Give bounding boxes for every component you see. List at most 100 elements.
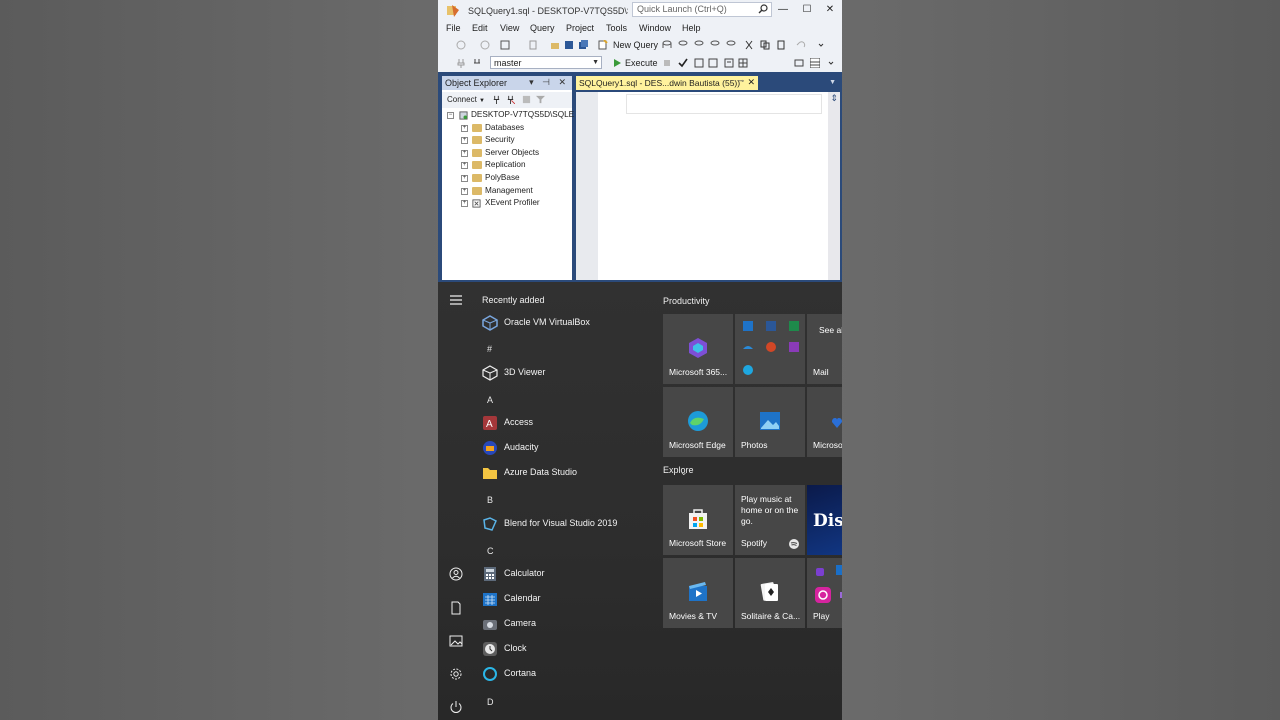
letter-header-hash[interactable]: # bbox=[487, 344, 492, 354]
new-query-button[interactable]: New Query bbox=[613, 40, 658, 50]
close-tab-icon[interactable]: ✕ bbox=[747, 77, 755, 88]
toolbar-overflow-icon-2[interactable] bbox=[826, 58, 836, 68]
paste-icon[interactable] bbox=[776, 40, 786, 50]
menu-help[interactable]: Help bbox=[682, 23, 701, 33]
menu-query[interactable]: Query bbox=[530, 23, 555, 33]
mdx-query-icon[interactable] bbox=[694, 40, 704, 50]
dmx-query-icon[interactable] bbox=[710, 40, 720, 50]
quick-launch-input[interactable]: Quick Launch (Ctrl+Q) bbox=[632, 2, 772, 17]
connect-dropdown[interactable]: Connect bbox=[447, 95, 477, 104]
app-item-calculator[interactable]: Calculator bbox=[482, 564, 652, 584]
hamburger-menu-icon[interactable] bbox=[449, 293, 463, 307]
tree-node-xevent-profiler[interactable]: + XEvent Profiler bbox=[442, 198, 572, 210]
app-item-audacity[interactable]: Audacity bbox=[482, 438, 652, 458]
letter-header-b[interactable]: B bbox=[487, 495, 493, 505]
database-select[interactable]: master ▼ bbox=[490, 56, 602, 69]
tile-play-folder[interactable]: Play bbox=[807, 558, 842, 628]
stop-icon[interactable] bbox=[522, 95, 531, 104]
maximize-button[interactable]: ☐ bbox=[798, 2, 816, 18]
expand-icon[interactable]: + bbox=[461, 124, 468, 132]
expand-icon[interactable]: + bbox=[461, 149, 468, 157]
tree-node-management[interactable]: + Management bbox=[442, 186, 572, 198]
collapse-icon[interactable]: − bbox=[447, 112, 454, 119]
expand-icon[interactable]: + bbox=[461, 137, 468, 145]
tree-node-server-objects[interactable]: + Server Objects bbox=[442, 148, 572, 160]
analysis-query-icon[interactable] bbox=[678, 40, 688, 50]
app-item-blend[interactable]: Blend for Visual Studio 2019 bbox=[482, 514, 652, 534]
menu-edit[interactable]: Edit bbox=[472, 23, 488, 33]
expand-icon[interactable]: + bbox=[461, 200, 468, 208]
disconnect-icon[interactable] bbox=[506, 95, 515, 104]
app-item-cortana[interactable]: Cortana bbox=[482, 664, 652, 684]
menu-view[interactable]: View bbox=[500, 23, 519, 33]
pin-icon[interactable]: ⊸ bbox=[738, 77, 744, 85]
letter-header-a[interactable]: A bbox=[487, 395, 493, 405]
documents-icon[interactable] bbox=[449, 601, 463, 615]
tree-node-polybase[interactable]: + PolyBase bbox=[442, 173, 572, 185]
pictures-icon[interactable] bbox=[449, 634, 463, 648]
app-item-clock[interactable]: Clock bbox=[482, 639, 652, 659]
display-plan-icon[interactable] bbox=[694, 58, 704, 68]
results-to-text-icon[interactable] bbox=[724, 58, 734, 68]
menu-project[interactable]: Project bbox=[566, 23, 594, 33]
tile-microsoft-365[interactable]: Microsoft 365... bbox=[663, 314, 733, 384]
execute-button[interactable]: Execute bbox=[625, 58, 658, 68]
app-item-3d-viewer[interactable]: 3D Viewer bbox=[482, 363, 652, 383]
expand-icon[interactable]: + bbox=[461, 162, 468, 170]
back-icon[interactable] bbox=[456, 40, 466, 50]
tree-node-replication[interactable]: + Replication bbox=[442, 160, 572, 172]
tile-microsoft-store[interactable]: Microsoft Store bbox=[663, 485, 733, 555]
app-item-access[interactable]: A Access bbox=[482, 413, 652, 433]
tile-mail[interactable]: See al mail i pla Mail bbox=[807, 314, 842, 384]
query-options-icon[interactable] bbox=[708, 58, 718, 68]
expand-icon[interactable]: + bbox=[461, 187, 468, 195]
tab-overflow-icon[interactable]: ▼ bbox=[829, 79, 836, 86]
forward-icon[interactable] bbox=[480, 40, 490, 50]
undo-icon[interactable] bbox=[796, 40, 806, 50]
connect-icon[interactable] bbox=[456, 58, 466, 68]
menu-tools[interactable]: Tools bbox=[606, 23, 627, 33]
user-account-icon[interactable] bbox=[449, 567, 463, 581]
tile-microsoft-edge[interactable]: Microsoft Edge bbox=[663, 387, 733, 457]
letter-header-d[interactable]: D bbox=[487, 697, 494, 707]
editor-text-area[interactable]: ⇕ bbox=[576, 92, 840, 280]
letter-header-c[interactable]: C bbox=[487, 546, 494, 556]
tile-disney-plus[interactable]: Dis bbox=[807, 485, 842, 555]
menu-file[interactable]: File bbox=[446, 23, 461, 33]
tab-sqlquery1[interactable]: SQLQuery1.sql - DES...dwin Bautista (55)… bbox=[576, 76, 758, 90]
close-button[interactable]: ✕ bbox=[821, 2, 839, 18]
comment-icon[interactable] bbox=[794, 58, 804, 68]
app-item-virtualbox[interactable]: Oracle VM VirtualBox bbox=[482, 313, 652, 333]
settings-gear-icon[interactable] bbox=[449, 667, 463, 681]
db-query-icon[interactable] bbox=[662, 40, 672, 50]
menu-window[interactable]: Window bbox=[639, 23, 671, 33]
execute-icon[interactable] bbox=[612, 58, 622, 68]
tree-node-databases[interactable]: + Databases bbox=[442, 123, 572, 135]
stop-icon[interactable] bbox=[662, 58, 672, 68]
expand-icon[interactable]: + bbox=[461, 175, 468, 182]
save-all-icon[interactable] bbox=[578, 40, 588, 50]
split-icon[interactable]: ⇕ bbox=[830, 93, 838, 104]
new-query-icon[interactable] bbox=[598, 40, 608, 50]
app-item-azure-data-studio[interactable]: Azure Data Studio ⌄ bbox=[482, 463, 688, 483]
tree-node-security[interactable]: + Security bbox=[442, 135, 572, 147]
tile-photos[interactable]: Photos bbox=[735, 387, 805, 457]
tile-microsoft-partial[interactable]: Microso bbox=[807, 387, 842, 457]
panel-controls[interactable]: ▾ ⊣ ✕ bbox=[529, 77, 569, 88]
parse-checkmark-icon[interactable] bbox=[678, 58, 688, 68]
new-file-icon[interactable] bbox=[528, 40, 538, 50]
app-item-calendar[interactable]: Calendar bbox=[482, 589, 652, 609]
vertical-scrollbar[interactable]: ⇕ bbox=[828, 92, 840, 280]
plug-icon[interactable] bbox=[492, 95, 501, 104]
tree-node-server[interactable]: − DESKTOP-V7TQS5D\SQLE bbox=[442, 110, 574, 122]
new-project-icon[interactable] bbox=[500, 40, 510, 50]
toolbar-overflow-icon[interactable] bbox=[816, 40, 826, 50]
tile-spotify[interactable]: Play music at home or on the go. Spotify bbox=[735, 485, 805, 555]
save-icon[interactable] bbox=[564, 40, 574, 50]
tile-office-apps-group[interactable] bbox=[735, 314, 805, 384]
xmla-query-icon[interactable] bbox=[726, 40, 736, 50]
filter-icon[interactable] bbox=[536, 95, 545, 104]
tile-solitaire[interactable]: Solitaire & Ca... bbox=[735, 558, 805, 628]
cut-icon[interactable] bbox=[744, 40, 754, 50]
app-item-camera[interactable]: Camera bbox=[482, 614, 652, 634]
